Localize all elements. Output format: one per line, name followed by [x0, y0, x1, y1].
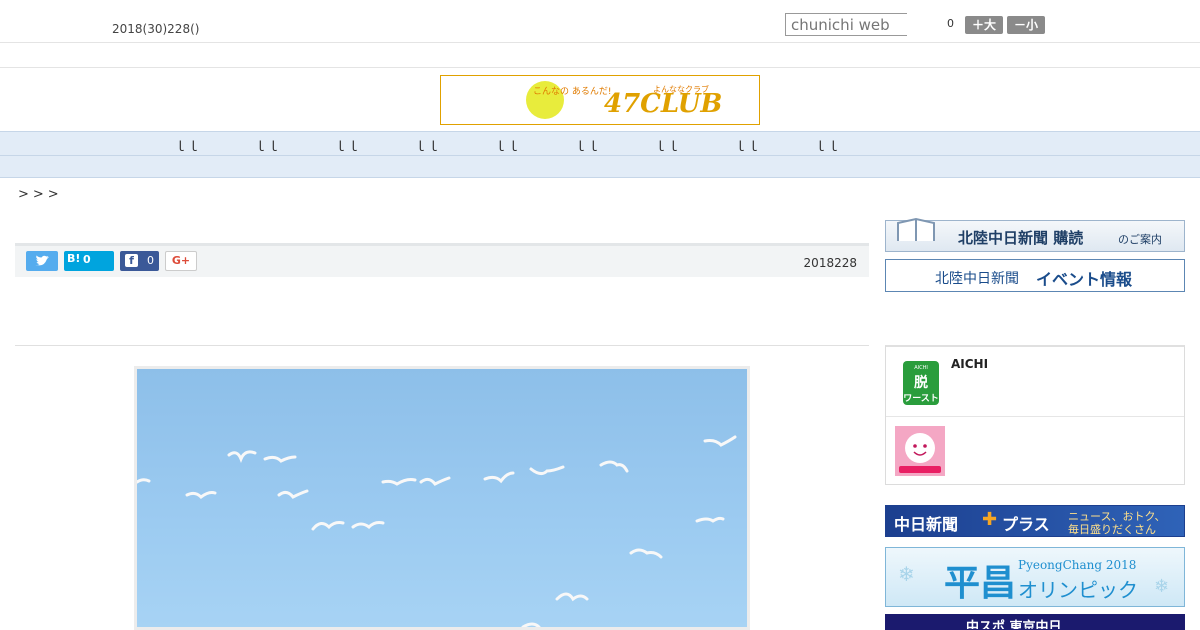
- snowflake-icon: ❄: [898, 562, 915, 586]
- event-main: イベント情報: [1036, 270, 1133, 289]
- aichi-row[interactable]: AICHI 脱 ワースト AICHI: [886, 347, 1184, 416]
- svg-text:AICHI: AICHI: [914, 365, 928, 371]
- nav-item-5[interactable]: ｌｌ: [487, 136, 527, 155]
- logo-text-left: こんなの あるんだ!: [533, 86, 611, 97]
- snowflake-icon-2: ❄: [1154, 576, 1170, 597]
- content-divider: [15, 345, 869, 346]
- plus-label: プラス: [1002, 515, 1050, 534]
- hatena-count: 0: [83, 253, 91, 266]
- nav-item-2[interactable]: ｌｌ: [247, 136, 287, 155]
- nav-item-7[interactable]: ｌｌ: [647, 136, 687, 155]
- olympic-kanji: 平昌: [944, 562, 1017, 604]
- swans-flying-image: [137, 435, 737, 627]
- logo-small-text: よんななクラブ: [653, 84, 709, 94]
- breadcrumb[interactable]: >>>: [18, 187, 63, 202]
- club47-logo-graphic: こんなの あるんだ! 47CLUB よんななクラブ: [526, 81, 722, 119]
- kids-row[interactable]: [886, 417, 1184, 486]
- nav-item-6[interactable]: ｌｌ: [567, 136, 607, 155]
- search-input[interactable]: [785, 13, 907, 36]
- hatena-bookmark-button[interactable]: B! 0: [64, 251, 114, 271]
- plus-tagline-2: 毎日盛りだくさん: [1068, 523, 1156, 536]
- nav-divider: [0, 155, 1200, 156]
- olympic-roman: PyeongChang 2018: [1018, 558, 1137, 572]
- share-bar: B! 0 f 0 G+ 2018228: [15, 243, 869, 277]
- event-prefix: 北陸中日新聞: [935, 271, 1019, 287]
- facebook-count: 0: [147, 254, 154, 267]
- twitter-icon: [35, 255, 49, 266]
- chuspo-text: 中スポ 東京中日: [966, 620, 1062, 630]
- article-photo[interactable]: [134, 366, 750, 630]
- sidebar-widget: AICHI 脱 ワースト AICHI: [885, 345, 1185, 485]
- plus-cross-icon: ✚: [982, 509, 998, 530]
- google-plus-button[interactable]: G+: [165, 251, 197, 271]
- header-date: 2018(30)228(): [112, 22, 200, 36]
- facebook-icon: f: [125, 254, 138, 267]
- club47-logo[interactable]: こんなの あるんだ! 47CLUB よんななクラブ: [440, 75, 760, 125]
- top-bar: 2018(30)228() 0 ＋大 －小: [0, 0, 1200, 43]
- baby-face-icon: [895, 426, 945, 476]
- nav-item-9[interactable]: ｌｌ: [807, 136, 847, 155]
- hatena-icon: B!: [67, 252, 81, 265]
- aichi-badge-icon: AICHI 脱 ワースト: [898, 357, 944, 407]
- subscribe-sub: のご案内: [1118, 233, 1162, 246]
- plus-name: 中日新聞: [894, 515, 959, 534]
- nav-item-4[interactable]: ｌｌ: [407, 136, 447, 155]
- nav-item-1[interactable]: ｌｌ: [167, 136, 207, 155]
- olympic-kana: オリンピック: [1018, 578, 1138, 602]
- nav-item-3[interactable]: ｌｌ: [327, 136, 367, 155]
- subscribe-banner[interactable]: 北陸中日新聞 購読 のご案内: [885, 217, 1185, 252]
- event-banner[interactable]: 北陸中日新聞 イベント情報: [885, 259, 1185, 292]
- subscribe-main: 北陸中日新聞 購読: [958, 229, 1084, 247]
- twitter-share-button[interactable]: [26, 251, 58, 271]
- counter-value: 0: [947, 17, 954, 30]
- nav-item-8[interactable]: ｌｌ: [727, 136, 767, 155]
- book-icon: [897, 217, 935, 241]
- olympic-banner[interactable]: ❄ ❄ 平昌 PyeongChang 2018 オリンピック: [885, 547, 1185, 607]
- svg-text:脱: 脱: [914, 374, 928, 391]
- sub-header-row: [0, 43, 1200, 68]
- article-date: 2018228: [803, 256, 857, 270]
- svg-text:ワースト: ワースト: [903, 393, 939, 404]
- chunichi-plus-banner[interactable]: 中日新聞 ✚ プラス ニュース、おトク、 毎日盛りだくさん: [885, 505, 1185, 537]
- font-smaller-button[interactable]: －小: [1007, 16, 1045, 34]
- aichi-label: AICHI: [951, 357, 989, 371]
- facebook-share-button[interactable]: f 0: [120, 251, 159, 271]
- main-nav: ｌｌ ｌｌ ｌｌ ｌｌ ｌｌ ｌｌ ｌｌ ｌｌ ｌｌ: [0, 131, 1200, 178]
- chuspo-banner[interactable]: 中スポ 東京中日: [885, 614, 1185, 630]
- font-larger-button[interactable]: ＋大: [965, 16, 1003, 34]
